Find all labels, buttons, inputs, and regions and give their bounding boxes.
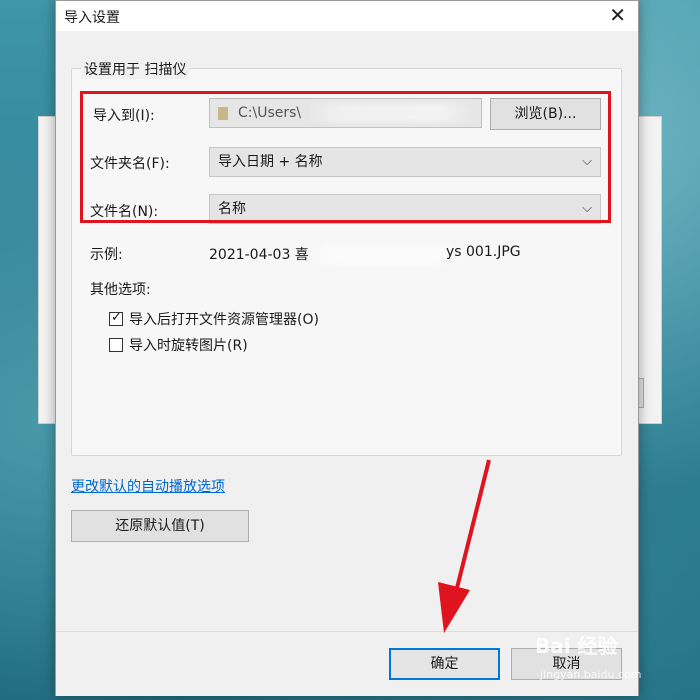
- import-path-text: C:\Users\: [238, 105, 302, 121]
- redaction-blur: [306, 245, 466, 265]
- dialog-title: 导入设置: [64, 10, 120, 26]
- rotate-pictures-checkbox[interactable]: [109, 338, 123, 352]
- folder-icon: [218, 107, 228, 120]
- file-name-value: 名称: [218, 201, 246, 217]
- browse-button[interactable]: 浏览(B)...: [490, 98, 601, 130]
- example-prefix: 2021-04-03 喜: [209, 247, 309, 263]
- open-explorer-label[interactable]: 导入后打开文件资源管理器(O): [129, 309, 319, 329]
- import-to-label: 导入到(I):: [93, 108, 155, 124]
- folder-name-select[interactable]: 导入日期 + 名称 ⌵: [209, 147, 601, 177]
- chevron-down-icon: ⌵: [582, 154, 592, 169]
- redaction-blur: [305, 103, 475, 123]
- title-bar: 导入设置 ✕: [56, 1, 638, 31]
- example-suffix: ys 001.JPG: [446, 244, 521, 260]
- folder-name-value: 导入日期 + 名称: [218, 154, 323, 170]
- ok-button[interactable]: 确定: [389, 648, 500, 680]
- chevron-down-icon: ⌵: [582, 201, 592, 216]
- group-title: 设置用于 扫描仪: [81, 59, 190, 79]
- import-settings-dialog: 导入设置 ✕ 设置用于 扫描仪 导入到(I): C:\Users\ 浏览(B).…: [55, 0, 639, 696]
- folder-name-label: 文件夹名(F):: [90, 156, 170, 172]
- example-label: 示例:: [90, 247, 123, 263]
- close-icon[interactable]: ✕: [609, 3, 626, 27]
- restore-defaults-button[interactable]: 还原默认值(T): [71, 510, 249, 542]
- watermark-logo: Bai 经验: [535, 634, 618, 658]
- file-name-label: 文件名(N):: [90, 204, 159, 220]
- open-explorer-checkbox[interactable]: ✓: [109, 310, 123, 326]
- rotate-pictures-label[interactable]: 导入时旋转图片(R): [129, 335, 248, 355]
- watermark-url: jingyan.baidu.com: [540, 668, 642, 681]
- change-autoplay-defaults-link[interactable]: 更改默认的自动播放选项: [71, 476, 225, 496]
- checkmark-icon: ✓: [111, 310, 122, 325]
- other-options-label: 其他选项:: [90, 282, 151, 298]
- import-path-field[interactable]: C:\Users\: [209, 98, 482, 128]
- file-name-select[interactable]: 名称 ⌵: [209, 194, 601, 224]
